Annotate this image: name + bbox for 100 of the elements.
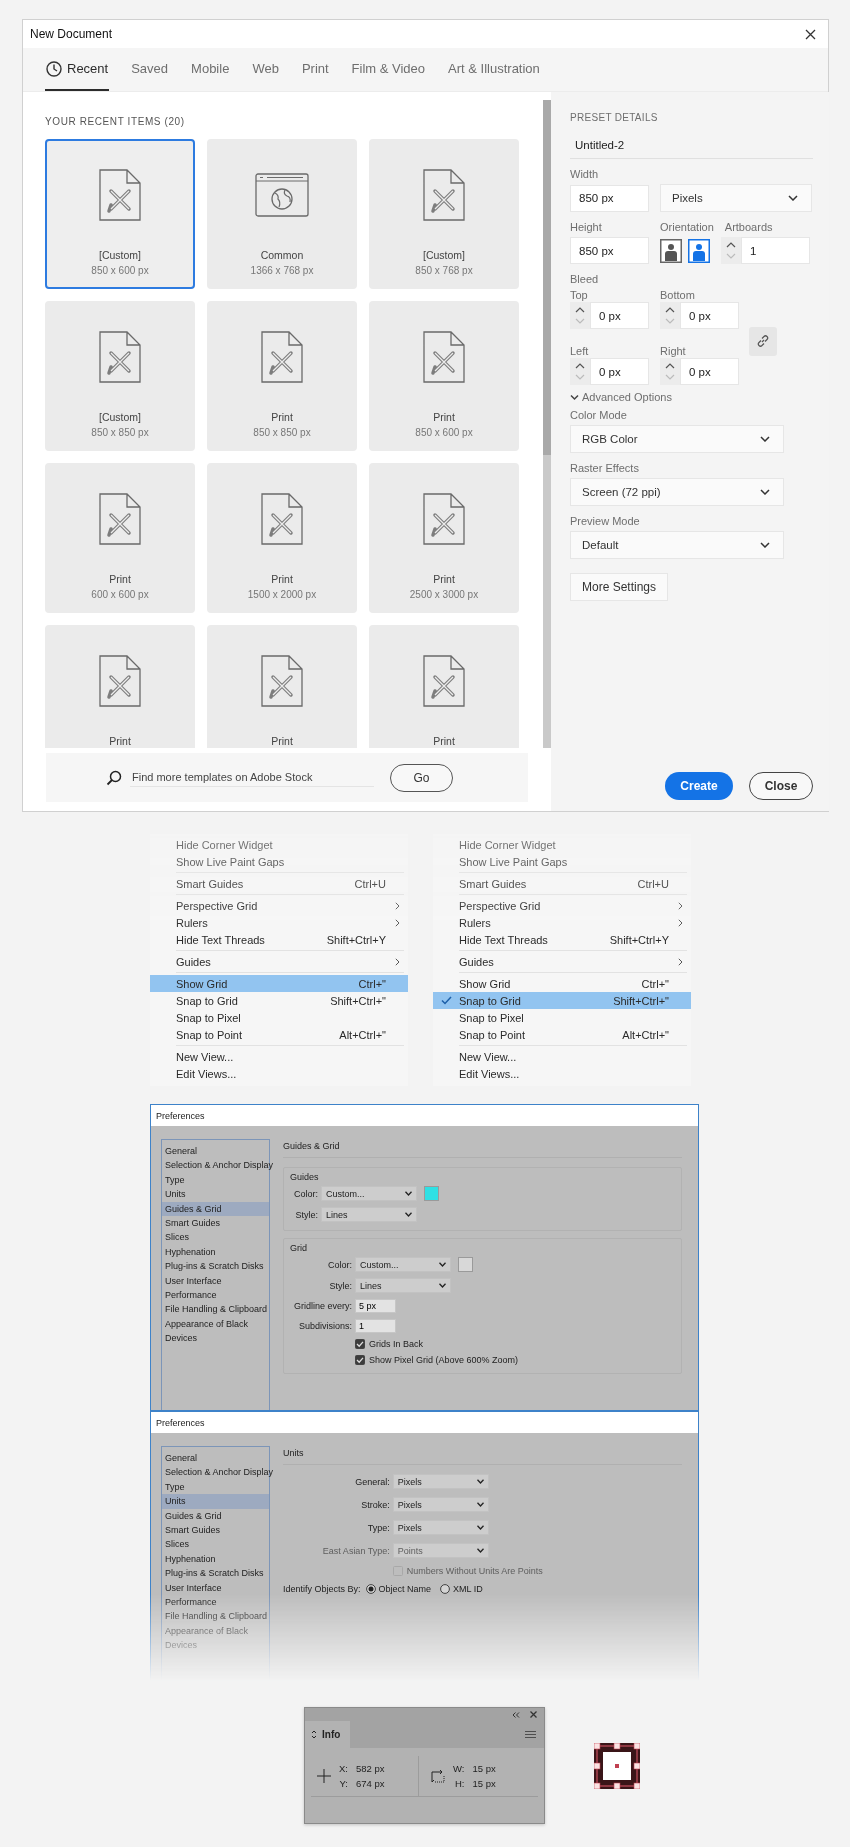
preset-tile[interactable]: Print 1500 x 2000 px (207, 463, 357, 613)
dropdown[interactable]: Pixels (392, 1520, 489, 1535)
panel-tab[interactable]: Info (305, 1721, 351, 1748)
preset-tile[interactable]: Print 850 x 600 px (369, 301, 519, 451)
tab[interactable]: Art & Illustration (447, 48, 541, 91)
menu-item[interactable]: Show Grid Ctrl+" (150, 975, 408, 992)
category-item[interactable]: Type (162, 1479, 269, 1495)
menu-item[interactable]: Snap to Grid Shift+Ctrl+" (433, 992, 691, 1009)
scrollbar[interactable] (543, 100, 551, 748)
category-item[interactable]: User Interface (162, 1273, 269, 1288)
preset-tile[interactable]: Print (207, 625, 357, 748)
category-item[interactable]: Devices (162, 1331, 269, 1346)
menu-item[interactable]: Rulers (150, 914, 408, 931)
category-item[interactable]: General (162, 1144, 269, 1159)
menu-item[interactable]: Snap to Point Alt+Ctrl+" (433, 1026, 691, 1043)
menu-item[interactable]: New View... (433, 1048, 691, 1065)
menu-item[interactable]: Guides (150, 953, 408, 970)
color-swatch[interactable] (424, 1186, 439, 1201)
category-item[interactable]: Type (162, 1172, 269, 1188)
dropdown[interactable]: Pixels (392, 1497, 489, 1512)
document-name-field[interactable]: Untitled-2 (570, 135, 813, 159)
dropdown[interactable]: Default (570, 531, 784, 559)
menu-item[interactable]: Hide Corner Widget (150, 836, 408, 853)
category-item[interactable]: Performance (162, 1594, 269, 1610)
advanced-options-toggle[interactable]: Advanced Options (570, 391, 672, 403)
tab[interactable]: Print (300, 48, 330, 91)
menu-item[interactable]: Hide Corner Widget (433, 836, 691, 853)
radio-button-icon[interactable] (440, 1584, 451, 1594)
color-swatch[interactable] (458, 1257, 474, 1272)
category-item[interactable]: Guides & Grid (162, 1201, 269, 1216)
preset-tile[interactable]: Print 850 x 850 px (207, 301, 357, 451)
category-item[interactable]: File Handling & Clipboard (162, 1609, 269, 1624)
text-field[interactable]: 1 (355, 1319, 397, 1333)
menu-item[interactable]: Hide Text Threads Shift+Ctrl+Y (150, 931, 408, 948)
link-button[interactable] (749, 326, 777, 356)
dropdown[interactable]: Custom... (321, 1186, 417, 1201)
dropdown[interactable]: Lines (321, 1207, 417, 1222)
menu-icon[interactable] (525, 1731, 536, 1738)
bleed-field[interactable]: 0 px (590, 302, 649, 329)
menu-item[interactable]: Edit Views... (433, 1065, 691, 1082)
collapse-icon[interactable] (512, 1711, 520, 1718)
bleed-field[interactable]: 0 px (590, 358, 649, 385)
menu-item[interactable]: Perspective Grid (433, 897, 691, 914)
checkbox-icon[interactable] (355, 1355, 366, 1365)
category-item[interactable]: Guides & Grid (162, 1508, 269, 1523)
preset-tile[interactable]: Print 600 x 600 px (45, 463, 195, 613)
search-field[interactable]: Find more templates on Adobe Stock (130, 768, 374, 787)
close-button[interactable]: Close (749, 772, 813, 800)
dropdown[interactable]: RGB Color (570, 425, 784, 453)
preset-tile[interactable]: Print 2500 x 3000 px (369, 463, 519, 613)
category-item[interactable]: Performance (162, 1287, 269, 1303)
height-field[interactable]: 850 px (570, 237, 649, 264)
close-icon[interactable] (530, 1711, 537, 1718)
menu-item[interactable]: Edit Views... (150, 1065, 408, 1082)
menu-item[interactable]: Smart Guides Ctrl+U (433, 875, 691, 892)
category-item[interactable]: General (162, 1451, 269, 1466)
menu-item[interactable]: Smart Guides Ctrl+U (150, 875, 408, 892)
bleed-field[interactable]: 0 px (680, 358, 739, 385)
tab[interactable]: Film & Video (350, 48, 427, 91)
preset-tile[interactable]: [Custom] 850 x 850 px (45, 301, 195, 451)
category-item[interactable]: Slices (162, 1230, 269, 1245)
artboards-field[interactable]: 1 (741, 237, 810, 264)
menu-item[interactable]: Show Live Paint Gaps (150, 853, 408, 870)
units-dropdown[interactable]: Pixels (660, 184, 812, 212)
category-item[interactable]: Appearance of Black (162, 1316, 269, 1332)
more-settings-button[interactable]: More Settings (570, 573, 669, 601)
person-icon[interactable] (688, 238, 710, 263)
text-field[interactable]: 5 px (355, 1299, 397, 1313)
category-item[interactable]: Smart Guides (162, 1522, 269, 1538)
category-item[interactable]: Units (162, 1494, 269, 1509)
category-item[interactable]: Smart Guides (162, 1215, 269, 1231)
category-item[interactable]: User Interface (162, 1580, 269, 1595)
tab[interactable]: Saved (130, 48, 170, 91)
menu-item[interactable]: Rulers (433, 914, 691, 931)
menu-item[interactable]: Snap to Pixel (433, 1009, 691, 1026)
tab[interactable]: Mobile (190, 48, 231, 91)
category-item[interactable]: Plug-ins & Scratch Disks (162, 1566, 269, 1581)
menu-item[interactable]: Show Grid Ctrl+" (433, 975, 691, 992)
preset-tile[interactable]: [Custom] 850 x 768 px (369, 139, 519, 289)
menu-item[interactable]: Snap to Grid Shift+Ctrl+" (150, 992, 408, 1009)
menu-item[interactable]: New View... (150, 1048, 408, 1065)
menu-item[interactable]: Show Live Paint Gaps (433, 853, 691, 870)
dropdown[interactable]: Custom... (355, 1257, 452, 1272)
category-item[interactable]: Hyphenation (162, 1244, 269, 1260)
category-item[interactable]: Hyphenation (162, 1551, 269, 1567)
person-icon[interactable] (660, 238, 682, 263)
width-field[interactable]: 850 px (570, 184, 649, 212)
preset-tile[interactable]: [Custom] 850 x 600 px (45, 139, 195, 289)
dropdown[interactable]: Screen (72 ppi) (570, 478, 784, 506)
category-item[interactable]: File Handling & Clipboard (162, 1302, 269, 1317)
menu-item[interactable]: Hide Text Threads Shift+Ctrl+Y (433, 931, 691, 948)
dropdown[interactable]: Pixels (392, 1474, 489, 1489)
close-icon[interactable] (805, 28, 816, 40)
go-button[interactable]: Go (390, 763, 453, 792)
category-item[interactable]: Slices (162, 1537, 269, 1552)
menu-item[interactable]: Snap to Point Alt+Ctrl+" (150, 1026, 408, 1043)
category-item[interactable]: Units (162, 1187, 269, 1202)
category-item[interactable]: Plug-ins & Scratch Disks (162, 1259, 269, 1274)
radio-button-icon[interactable] (365, 1584, 376, 1594)
tab[interactable]: Recent (45, 48, 110, 91)
